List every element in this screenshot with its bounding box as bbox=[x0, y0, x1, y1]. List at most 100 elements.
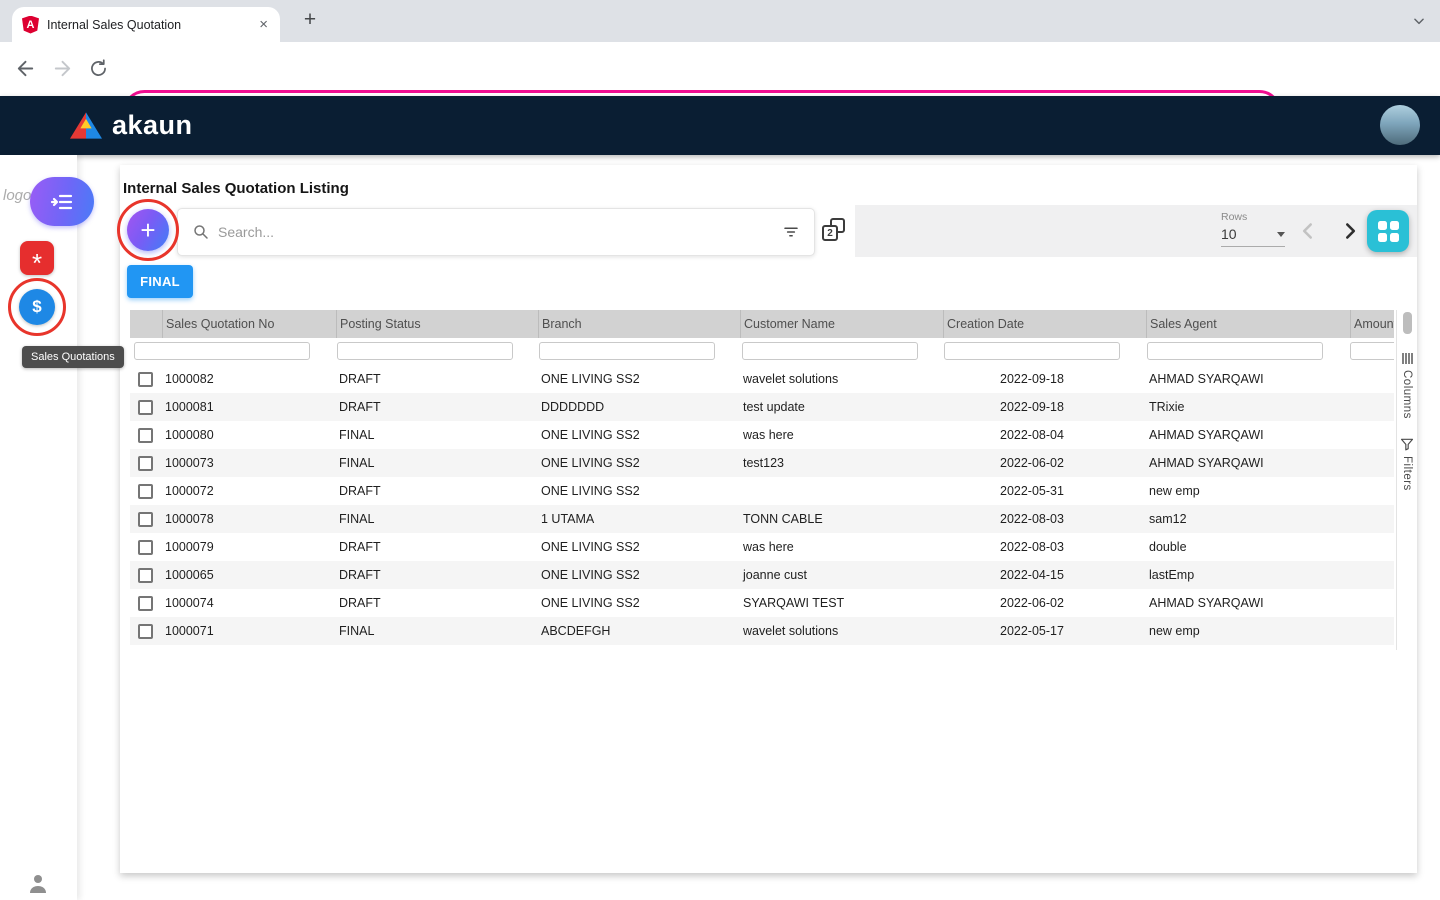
cell-creation-date: 2022-05-17 bbox=[943, 624, 1146, 638]
header-creation-date[interactable]: Creation Date bbox=[943, 310, 1146, 338]
create-button[interactable]: + bbox=[127, 209, 169, 251]
cell-posting-status: FINAL bbox=[336, 512, 538, 526]
table-header-row: Sales Quotation No Posting Status Branch… bbox=[130, 310, 1394, 338]
cell-creation-date: 2022-04-15 bbox=[943, 568, 1146, 582]
angular-favicon-icon: A bbox=[22, 16, 39, 34]
cell-branch: ONE LIVING SS2 bbox=[538, 596, 740, 610]
cell-quotation-no: 1000071 bbox=[162, 624, 336, 638]
table-row[interactable]: 1000074 DRAFT ONE LIVING SS2 SYARQAWI TE… bbox=[130, 589, 1394, 617]
sidebar-applet-sales-quotation-icon[interactable]: $ bbox=[19, 289, 55, 325]
table-row[interactable]: 1000078 FINAL 1 UTAMA TONN CABLE 2022-08… bbox=[130, 505, 1394, 533]
row-checkbox[interactable] bbox=[138, 428, 153, 443]
cell-sales-agent: double bbox=[1146, 540, 1350, 554]
cell-quotation-no: 1000074 bbox=[162, 596, 336, 610]
row-checkbox-cell bbox=[130, 372, 162, 387]
filters-icon bbox=[1400, 437, 1414, 451]
filter-input-quotation-no[interactable] bbox=[134, 342, 310, 360]
cell-sales-agent: sam12 bbox=[1146, 512, 1350, 526]
sales-quotations-tooltip: Sales Quotations bbox=[22, 346, 124, 368]
cell-branch: ONE LIVING SS2 bbox=[538, 568, 740, 582]
sidebar-collapse-button[interactable] bbox=[30, 177, 94, 226]
table-row[interactable]: 1000072 DRAFT ONE LIVING SS2 2022-05-31 … bbox=[130, 477, 1394, 505]
table-row[interactable]: 1000065 DRAFT ONE LIVING SS2 joanne cust… bbox=[130, 561, 1394, 589]
cell-customer-name: was here bbox=[740, 428, 943, 442]
user-avatar[interactable] bbox=[1380, 105, 1420, 145]
app-sidebar: logo * $ bbox=[0, 155, 77, 900]
table-row[interactable]: 1000082 DRAFT ONE LIVING SS2 wavelet sol… bbox=[130, 365, 1394, 393]
new-tab-button[interactable]: + bbox=[296, 6, 324, 34]
menu-expand-icon bbox=[50, 192, 74, 212]
cell-creation-date: 2022-08-04 bbox=[943, 428, 1146, 442]
cell-sales-agent: lastEmp bbox=[1146, 568, 1350, 582]
row-checkbox[interactable] bbox=[138, 540, 153, 555]
cell-sales-agent: new emp bbox=[1146, 484, 1350, 498]
filter-input-sales-agent[interactable] bbox=[1147, 342, 1323, 360]
header-sales-agent[interactable]: Sales Agent bbox=[1146, 310, 1350, 338]
duplicate-view-icon[interactable]: 2 bbox=[822, 218, 845, 241]
cell-posting-status: FINAL bbox=[336, 456, 538, 470]
header-customer-name[interactable]: Customer Name bbox=[740, 310, 943, 338]
scrollbar-thumb[interactable] bbox=[1403, 312, 1412, 334]
header-branch[interactable]: Branch bbox=[538, 310, 740, 338]
cell-posting-status: DRAFT bbox=[336, 372, 538, 386]
filter-input-creation-date[interactable] bbox=[944, 342, 1120, 360]
columns-tab[interactable]: Columns bbox=[1401, 352, 1414, 419]
row-checkbox[interactable] bbox=[138, 568, 153, 583]
brand: akaun bbox=[70, 110, 193, 141]
cell-quotation-no: 1000081 bbox=[162, 400, 336, 414]
cell-customer-name: was here bbox=[740, 540, 943, 554]
filter-input-amount[interactable] bbox=[1350, 342, 1394, 360]
refresh-button[interactable] bbox=[88, 58, 109, 79]
pages-count-badge: 2 bbox=[822, 225, 838, 241]
rows-per-page-select[interactable]: Rows 10 bbox=[1221, 211, 1285, 247]
row-checkbox[interactable] bbox=[138, 400, 153, 415]
table-row[interactable]: 1000073 FINAL ONE LIVING SS2 test123 202… bbox=[130, 449, 1394, 477]
table-row[interactable]: 1000080 FINAL ONE LIVING SS2 was here 20… bbox=[130, 421, 1394, 449]
cell-creation-date: 2022-08-03 bbox=[943, 540, 1146, 554]
filter-input-posting-status[interactable] bbox=[337, 342, 513, 360]
header-posting-status[interactable]: Posting Status bbox=[336, 310, 538, 338]
search-input[interactable] bbox=[218, 224, 774, 240]
table-row[interactable]: 1000079 DRAFT ONE LIVING SS2 was here 20… bbox=[130, 533, 1394, 561]
table-row[interactable]: 1000071 FINAL ABCDEFGH wavelet solutions… bbox=[130, 617, 1394, 645]
header-sales-quotation-no[interactable]: Sales Quotation No bbox=[162, 310, 336, 338]
cell-quotation-no: 1000080 bbox=[162, 428, 336, 442]
caret-down-icon bbox=[1277, 232, 1285, 237]
cell-creation-date: 2022-09-18 bbox=[943, 372, 1146, 386]
browser-tab[interactable]: A Internal Sales Quotation × bbox=[12, 7, 280, 42]
header-amount[interactable]: Amount bbox=[1350, 310, 1394, 338]
cell-creation-date: 2022-06-02 bbox=[943, 456, 1146, 470]
sidebar-applet-red-icon[interactable]: * bbox=[20, 241, 54, 275]
back-button[interactable] bbox=[14, 57, 37, 80]
cell-posting-status: DRAFT bbox=[336, 540, 538, 554]
cell-posting-status: DRAFT bbox=[336, 484, 538, 498]
filter-lines-icon[interactable] bbox=[782, 223, 800, 241]
page-title: Internal Sales Quotation Listing bbox=[123, 180, 349, 197]
filter-input-branch[interactable] bbox=[539, 342, 715, 360]
grid-view-button[interactable] bbox=[1367, 210, 1409, 252]
grid-icon bbox=[1378, 221, 1387, 230]
row-checkbox[interactable] bbox=[138, 484, 153, 499]
cell-customer-name: joanne cust bbox=[740, 568, 943, 582]
next-page-button[interactable] bbox=[1337, 218, 1363, 244]
table-row[interactable]: 1000081 DRAFT DDDDDDD test update 2022-0… bbox=[130, 393, 1394, 421]
row-checkbox[interactable] bbox=[138, 596, 153, 611]
cell-creation-date: 2022-06-02 bbox=[943, 596, 1146, 610]
final-filter-button[interactable]: FINAL bbox=[127, 265, 193, 298]
forward-button[interactable] bbox=[51, 57, 74, 80]
row-checkbox[interactable] bbox=[138, 456, 153, 471]
tab-close-icon[interactable]: × bbox=[257, 16, 270, 33]
row-checkbox[interactable] bbox=[138, 624, 153, 639]
row-checkbox-cell bbox=[130, 512, 162, 527]
filters-tab[interactable]: Filters bbox=[1400, 437, 1414, 491]
row-checkbox[interactable] bbox=[138, 512, 153, 527]
pagination-bar: Rows 10 bbox=[855, 205, 1417, 257]
browser-address-bar: akaun.cloud/#/applet/tnt/wavelet/erp/int… bbox=[0, 42, 1440, 96]
account-icon[interactable] bbox=[26, 871, 50, 900]
row-checkbox[interactable] bbox=[138, 372, 153, 387]
table-filter-row bbox=[130, 338, 1394, 365]
prev-page-button[interactable] bbox=[1295, 218, 1321, 244]
filter-input-customer-name[interactable] bbox=[742, 342, 918, 360]
tab-list-chevron-icon[interactable] bbox=[1412, 14, 1426, 28]
table-side-panel: Columns Filters bbox=[1396, 310, 1417, 650]
